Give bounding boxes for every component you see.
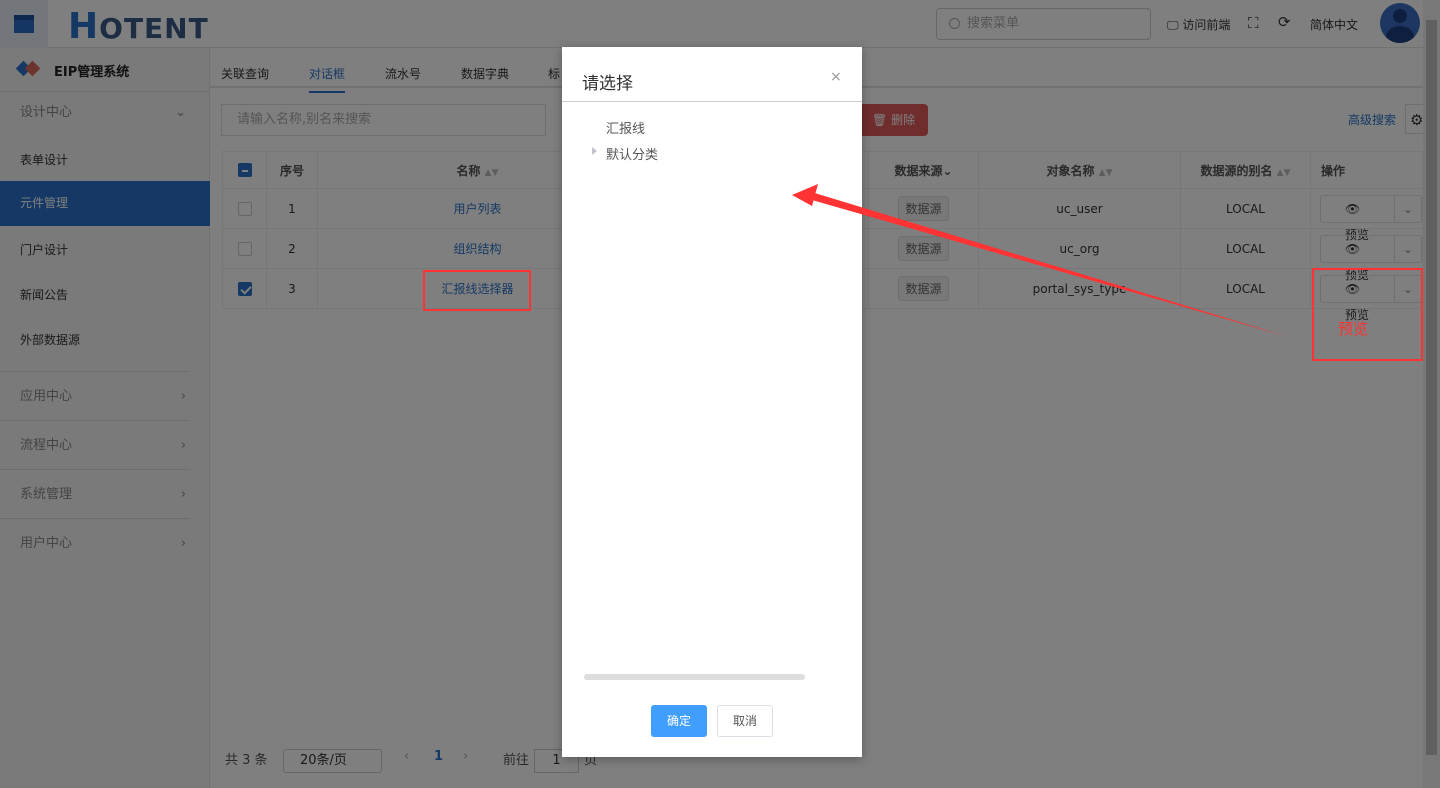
annotation-arrow	[792, 184, 1292, 338]
